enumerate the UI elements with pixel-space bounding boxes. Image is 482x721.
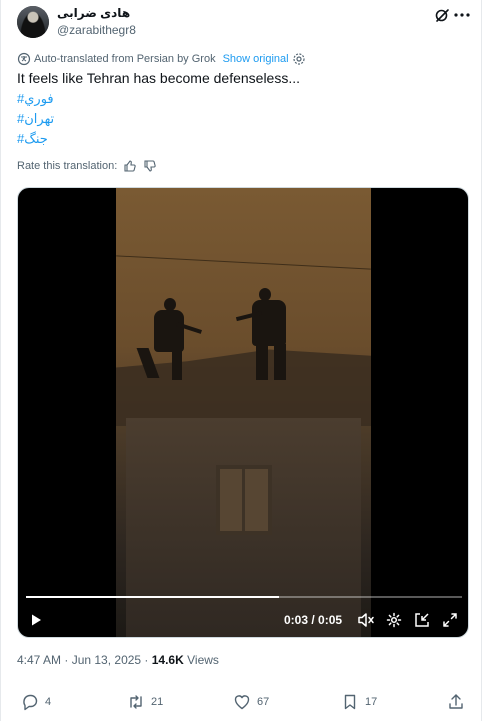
picture-in-picture-icon[interactable]	[412, 608, 432, 632]
hashtag-link[interactable]: #جنگ	[17, 129, 48, 149]
fullscreen-icon[interactable]	[440, 608, 460, 632]
timestamp[interactable]: 4:47 AM · Jun 13, 2025 ·	[17, 653, 152, 667]
video-progress-bar[interactable]	[26, 596, 462, 598]
heart-icon	[234, 695, 250, 710]
rate-translation: Rate this translation:	[17, 159, 157, 173]
translation-text: Auto-translated from Persian by Grok	[34, 53, 216, 65]
reply-icon	[23, 694, 38, 711]
mute-icon[interactable]	[356, 608, 376, 632]
settings-gear-icon[interactable]	[384, 608, 404, 632]
rate-label: Rate this translation:	[17, 160, 118, 172]
share-button[interactable]	[447, 690, 465, 714]
play-icon[interactable]	[26, 608, 46, 632]
thumbs-up-icon[interactable]	[123, 159, 137, 173]
reply-button[interactable]: 4	[21, 690, 51, 714]
tweet-text: It feels like Tehran has become defensel…	[17, 70, 301, 86]
bookmark-count: 17	[365, 696, 378, 708]
grok-icon[interactable]	[433, 6, 451, 24]
like-count: 67	[257, 696, 270, 708]
video-player[interactable]: 0:03 / 0:05	[17, 187, 469, 638]
bookmark-button[interactable]: 17	[341, 690, 377, 714]
avatar[interactable]	[17, 6, 49, 38]
repost-icon	[130, 695, 142, 709]
action-bar: 4 21 67 17	[1, 690, 482, 714]
video-frame	[116, 188, 371, 637]
video-controls: 0:03 / 0:05	[18, 608, 468, 632]
translation-notice: Auto-translated from Persian by Grok Sho…	[17, 52, 306, 66]
hashtag-link[interactable]: #فوري	[17, 89, 54, 109]
reply-count: 4	[45, 696, 52, 708]
tweet-metadata: 4:47 AM · Jun 13, 2025 · 14.6K Views	[17, 653, 219, 667]
window	[216, 465, 272, 535]
more-options-icon[interactable]	[453, 6, 471, 24]
show-original-link[interactable]: Show original	[223, 53, 289, 65]
views-label: Views	[183, 653, 219, 667]
repost-button[interactable]: 21	[127, 690, 163, 714]
like-button[interactable]: 67	[233, 690, 269, 714]
hashtag-link[interactable]: #تهران	[17, 109, 54, 129]
bookmark-icon	[344, 694, 356, 710]
author-handle[interactable]: @zarabithegr8	[57, 23, 136, 37]
settings-icon[interactable]	[292, 52, 306, 66]
author-name[interactable]: هادی ضرابی	[57, 6, 130, 20]
repost-count: 21	[151, 696, 164, 708]
video-time: 0:03 / 0:05	[284, 613, 343, 627]
views-count: 14.6K	[151, 653, 184, 667]
thumbs-down-icon[interactable]	[143, 159, 157, 173]
translate-icon	[17, 52, 31, 66]
tweet-card: هادی ضرابی @zarabithegr8 Auto-translated…	[0, 0, 482, 721]
share-icon	[449, 694, 463, 709]
video-progress-fill	[26, 596, 279, 598]
